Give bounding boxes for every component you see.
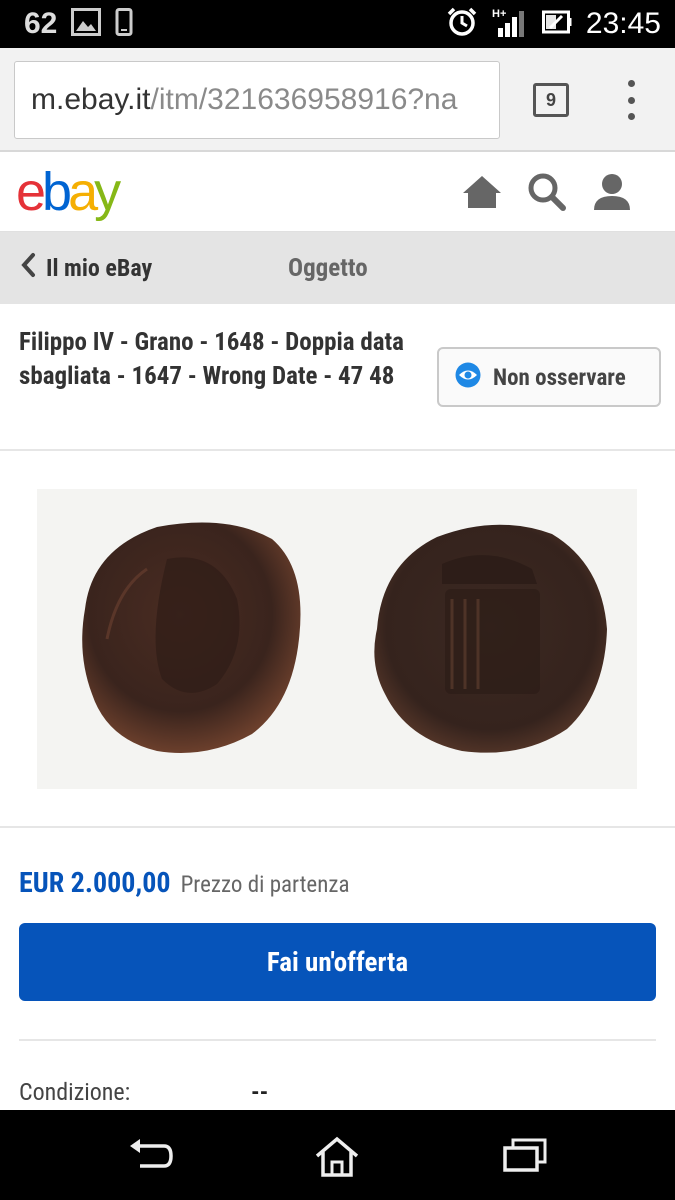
url-domain: m.ebay.it: [31, 83, 151, 116]
overflow-menu-icon[interactable]: [620, 78, 642, 122]
price-section: EUR 2.000,00 Prezzo di partenza: [19, 866, 349, 899]
address-bar[interactable]: m.ebay.it/itm/321636958916?na: [14, 61, 500, 139]
sub-navigation: Il mio eBay Oggetto: [0, 232, 675, 304]
alarm-icon: [446, 6, 478, 42]
price-type-label: Prezzo di partenza: [180, 871, 350, 898]
item-title-section: Filippo IV - Grano - 1648 - Doppia data …: [0, 304, 675, 451]
page-title: Oggetto: [288, 254, 368, 283]
condition-row: Condizione: --: [19, 1078, 656, 1106]
back-link-label: Il mio eBay: [46, 254, 153, 282]
condition-value: --: [251, 1078, 269, 1106]
unwatch-label: Non osservare: [493, 363, 626, 391]
svg-text:H+: H+: [492, 8, 506, 20]
chevron-left-icon: [20, 252, 36, 284]
browser-toolbar: m.ebay.it/itm/321636958916?na 9: [0, 48, 675, 152]
recent-apps-icon[interactable]: [502, 1136, 548, 1178]
url-path: /itm/321636958916?na: [150, 83, 458, 116]
coin-obverse-image[interactable]: [37, 489, 337, 789]
back-icon[interactable]: [126, 1136, 174, 1178]
battery-icon: [541, 10, 572, 38]
item-price: EUR 2.000,00: [19, 866, 171, 899]
status-bar: 62 H+ 23:45: [0, 0, 675, 48]
divider: [19, 1039, 656, 1041]
phone-icon: [115, 8, 133, 40]
back-to-my-ebay-link[interactable]: Il mio eBay: [20, 252, 152, 284]
signal-icon: H+: [492, 6, 528, 42]
divider: [0, 826, 675, 828]
condition-label: Condizione:: [19, 1078, 131, 1106]
home-icon[interactable]: [460, 170, 504, 214]
search-icon[interactable]: [525, 170, 569, 214]
clock: 23:45: [585, 7, 661, 40]
unwatch-button[interactable]: Non osservare: [437, 347, 661, 407]
eye-icon: [455, 362, 481, 392]
notification-count: 62: [24, 7, 58, 40]
system-navigation-bar: [0, 1110, 675, 1200]
ebay-logo[interactable]: ebay: [16, 162, 121, 222]
item-title: Filippo IV - Grano - 1648 - Doppia data …: [19, 328, 404, 391]
user-account-icon[interactable]: [590, 170, 634, 214]
coin-reverse-image[interactable]: [337, 489, 637, 789]
item-image-gallery[interactable]: [37, 489, 637, 789]
place-bid-button[interactable]: Fai un'offerta: [19, 923, 656, 1001]
home-button-icon[interactable]: [313, 1136, 361, 1182]
tab-switcher-button[interactable]: 9: [533, 83, 569, 117]
site-header: ebay: [0, 154, 675, 232]
image-notification-icon: [71, 8, 102, 40]
